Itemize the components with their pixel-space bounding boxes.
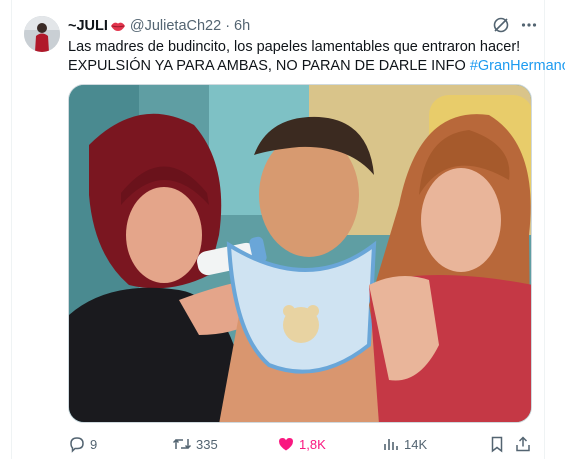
retweet-button[interactable]: 335 — [172, 435, 218, 453]
retweet-icon — [172, 435, 192, 453]
avatar[interactable] — [24, 16, 60, 52]
share-button[interactable] — [514, 435, 532, 453]
reply-icon — [68, 435, 86, 453]
separator-dot: · — [225, 18, 231, 34]
display-name[interactable]: ~JULI — [68, 18, 108, 34]
tweet-text-body: EXPULSIÓN YA PARA AMBAS, NO PARAN DE DAR… — [68, 58, 470, 74]
like-button[interactable]: 1,8K — [277, 435, 326, 453]
like-count: 1,8K — [299, 436, 326, 452]
views-icon — [382, 435, 400, 453]
heart-icon — [277, 435, 295, 453]
hashtag-link[interactable]: #GranHermano — [470, 58, 565, 74]
user-handle[interactable]: @JulietaCh22 — [130, 18, 221, 34]
views-button[interactable]: 14K — [382, 435, 427, 453]
tweet-actions: 9 335 1,8K 14K — [68, 434, 534, 454]
reply-button[interactable]: 9 — [68, 435, 97, 453]
reply-count: 9 — [90, 436, 98, 452]
tweet-text-line-2: EXPULSIÓN YA PARA AMBAS, NO PARAN DE DAR… — [68, 57, 565, 76]
retweet-count: 335 — [196, 436, 218, 452]
header-actions — [492, 16, 538, 34]
bookmark-icon — [488, 435, 506, 453]
tweet-photo[interactable] — [68, 84, 532, 423]
tweet-text: Las madres de budincito, los papeles lam… — [68, 38, 565, 76]
grok-icon[interactable] — [492, 16, 510, 34]
tweet-header: ~JULI @JulietaCh22 · 6h — [68, 17, 250, 35]
more-icon[interactable] — [520, 16, 538, 34]
lips-emoji-icon — [110, 20, 126, 32]
timestamp[interactable]: 6h — [234, 18, 250, 34]
bookmark-button[interactable] — [488, 435, 506, 453]
tweet-text-line-1: Las madres de budincito, los papeles lam… — [68, 39, 521, 55]
views-count: 14K — [404, 436, 428, 452]
share-icon — [514, 435, 532, 453]
